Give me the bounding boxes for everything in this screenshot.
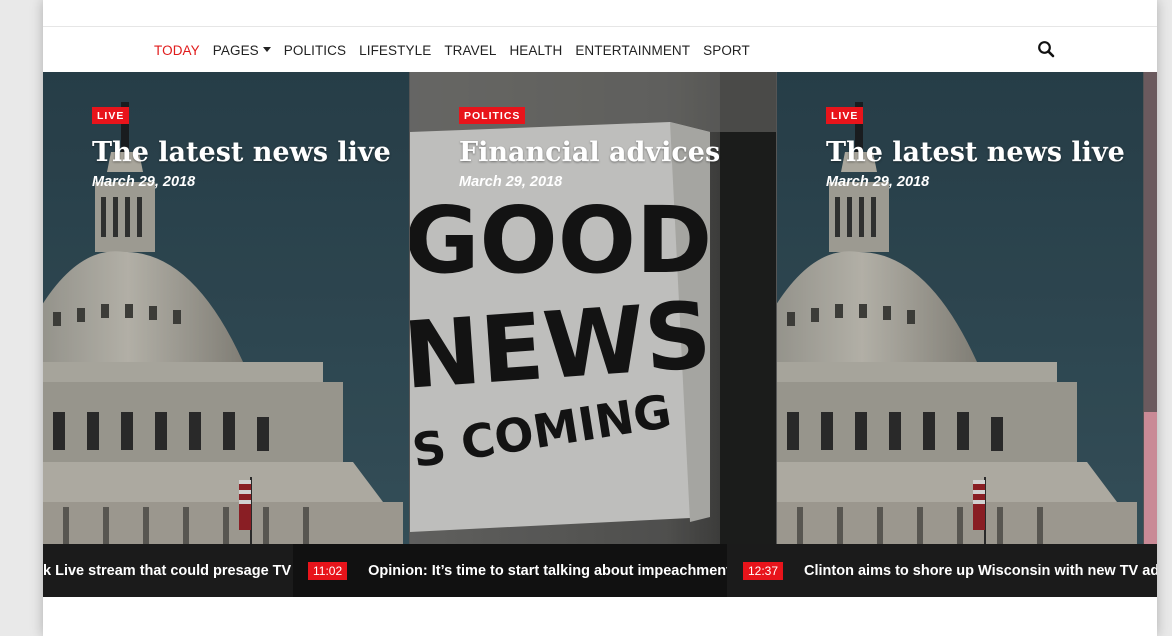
ticker-item[interactable]: 12:37 Clinton aims to shore up Wisconsin… [727,544,1157,597]
slide-caption: LIVE The latest news live March 29, 2018 [826,106,1125,190]
nav-label: HEALTH [509,42,563,58]
nav-label: LIFESTYLE [359,42,432,58]
slide-4-peek[interactable] [1143,72,1157,544]
ticker-time: 11:02 [308,561,348,580]
nav-item-entertainment[interactable]: ENTERTAINMENT [575,43,690,58]
top-bar [43,0,1157,27]
ticker-item[interactable]: 11:02 Opinion: It’s time to start talkin… [293,544,731,597]
slide-date: March 29, 2018 [459,174,563,190]
slide-title[interactable]: Financial advices [459,137,720,169]
slide-date: March 29, 2018 [92,174,196,190]
search-button[interactable] [1037,40,1055,58]
nav-label: TRAVEL [444,42,497,58]
ticker-time: 12:37 [743,561,784,580]
search-icon [1038,41,1055,58]
ticker-headline[interactable]: Clinton aims to shore up Wisconsin with … [804,563,1157,579]
slide-caption: POLITICS Financial advices March 29, 201… [459,106,720,190]
slide-1[interactable]: LIVE The latest news live March 29, 2018 [43,72,409,544]
nav-label: TODAY [154,42,200,58]
nav-item-travel[interactable]: TRAVEL [444,43,496,58]
ticker-item[interactable]: k Live stream that could presage TV [43,544,293,597]
main-nav: TODAY PAGES POLITICS LIFESTYLE TRAVEL HE… [43,28,1157,72]
slide-title[interactable]: The latest news live [826,137,1125,169]
nav-list: TODAY PAGES POLITICS LIFESTYLE TRAVEL HE… [154,43,763,58]
featured-slider: LIVE The latest news live March 29, 2018… [43,72,1157,544]
nav-label: ENTERTAINMENT [575,42,691,58]
slide-2[interactable]: GOOD NEWS S COMING POLITICS Financial ad… [409,72,776,544]
slide-3[interactable]: LIVE The latest news live March 29, 2018 [776,72,1143,544]
nav-item-pages[interactable]: PAGES [213,43,271,58]
nav-item-politics[interactable]: POLITICS [284,43,346,58]
slide-4-peek-image [1144,412,1157,544]
nav-item-today[interactable]: TODAY [154,43,200,58]
caret-down-icon [262,47,271,53]
category-badge[interactable]: LIVE [92,107,130,124]
nav-item-lifestyle[interactable]: LIFESTYLE [359,43,431,58]
page-frame: TODAY PAGES POLITICS LIFESTYLE TRAVEL HE… [43,0,1157,636]
ticker-headline[interactable]: Opinion: It’s time to start talking abou… [368,563,731,579]
category-badge[interactable]: LIVE [826,107,864,124]
nav-item-health[interactable]: HEALTH [509,43,562,58]
ticker-headline[interactable]: k Live stream that could presage TV [43,563,291,579]
slide-title[interactable]: The latest news live [92,137,391,169]
category-badge[interactable]: POLITICS [459,107,526,124]
nav-label: SPORT [703,42,750,58]
nav-label: POLITICS [283,42,347,58]
nav-label: PAGES [212,42,259,58]
slide-date: March 29, 2018 [826,174,930,190]
news-ticker: k Live stream that could presage TV 11:0… [43,544,1157,597]
slide-caption: LIVE The latest news live March 29, 2018 [92,106,391,190]
nav-item-sport[interactable]: SPORT [703,43,750,58]
